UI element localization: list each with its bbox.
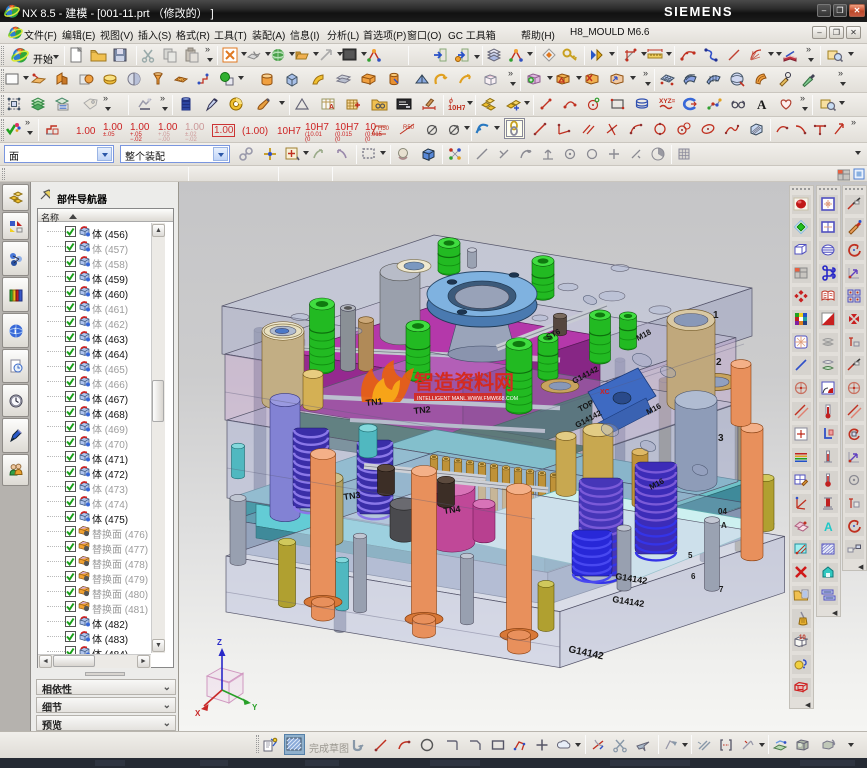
svg-text:XC: XC [600,389,610,396]
svg-text:A: A [824,520,833,534]
svg-text:10H7: 10H7 [448,103,465,112]
svg-text:TN1: TN1 [365,396,383,408]
svg-text:智造资料网: 智造资料网 [414,370,514,394]
svg-text:R50: R50 [403,125,415,131]
svg-text:X: X [195,709,201,718]
svg-text:Y: Y [252,703,258,712]
svg-text:10: 10 [799,635,806,641]
svg-text:7: 7 [719,585,724,594]
svg-text:2: 2 [716,357,722,368]
svg-text:5: 5 [688,551,693,560]
svg-text:A: A [757,97,767,112]
svg-text:A: A [721,521,727,530]
svg-text:6: 6 [691,572,696,581]
svg-text:A: A [329,104,334,111]
svg-text:3: 3 [718,433,724,444]
svg-text:Z: Z [217,638,222,647]
svg-text:TN2: TN2 [413,404,431,416]
svg-text:INTELLIGENT MANL.WWW.FMW668.CO: INTELLIGENT MANL.WWW.FMW668.COM [417,396,518,402]
svg-text:XYZ=: XYZ= [659,98,675,105]
svg-text:H50: H50 [378,126,390,132]
svg-text:1: 1 [713,310,719,321]
svg-text:04: 04 [718,507,727,516]
